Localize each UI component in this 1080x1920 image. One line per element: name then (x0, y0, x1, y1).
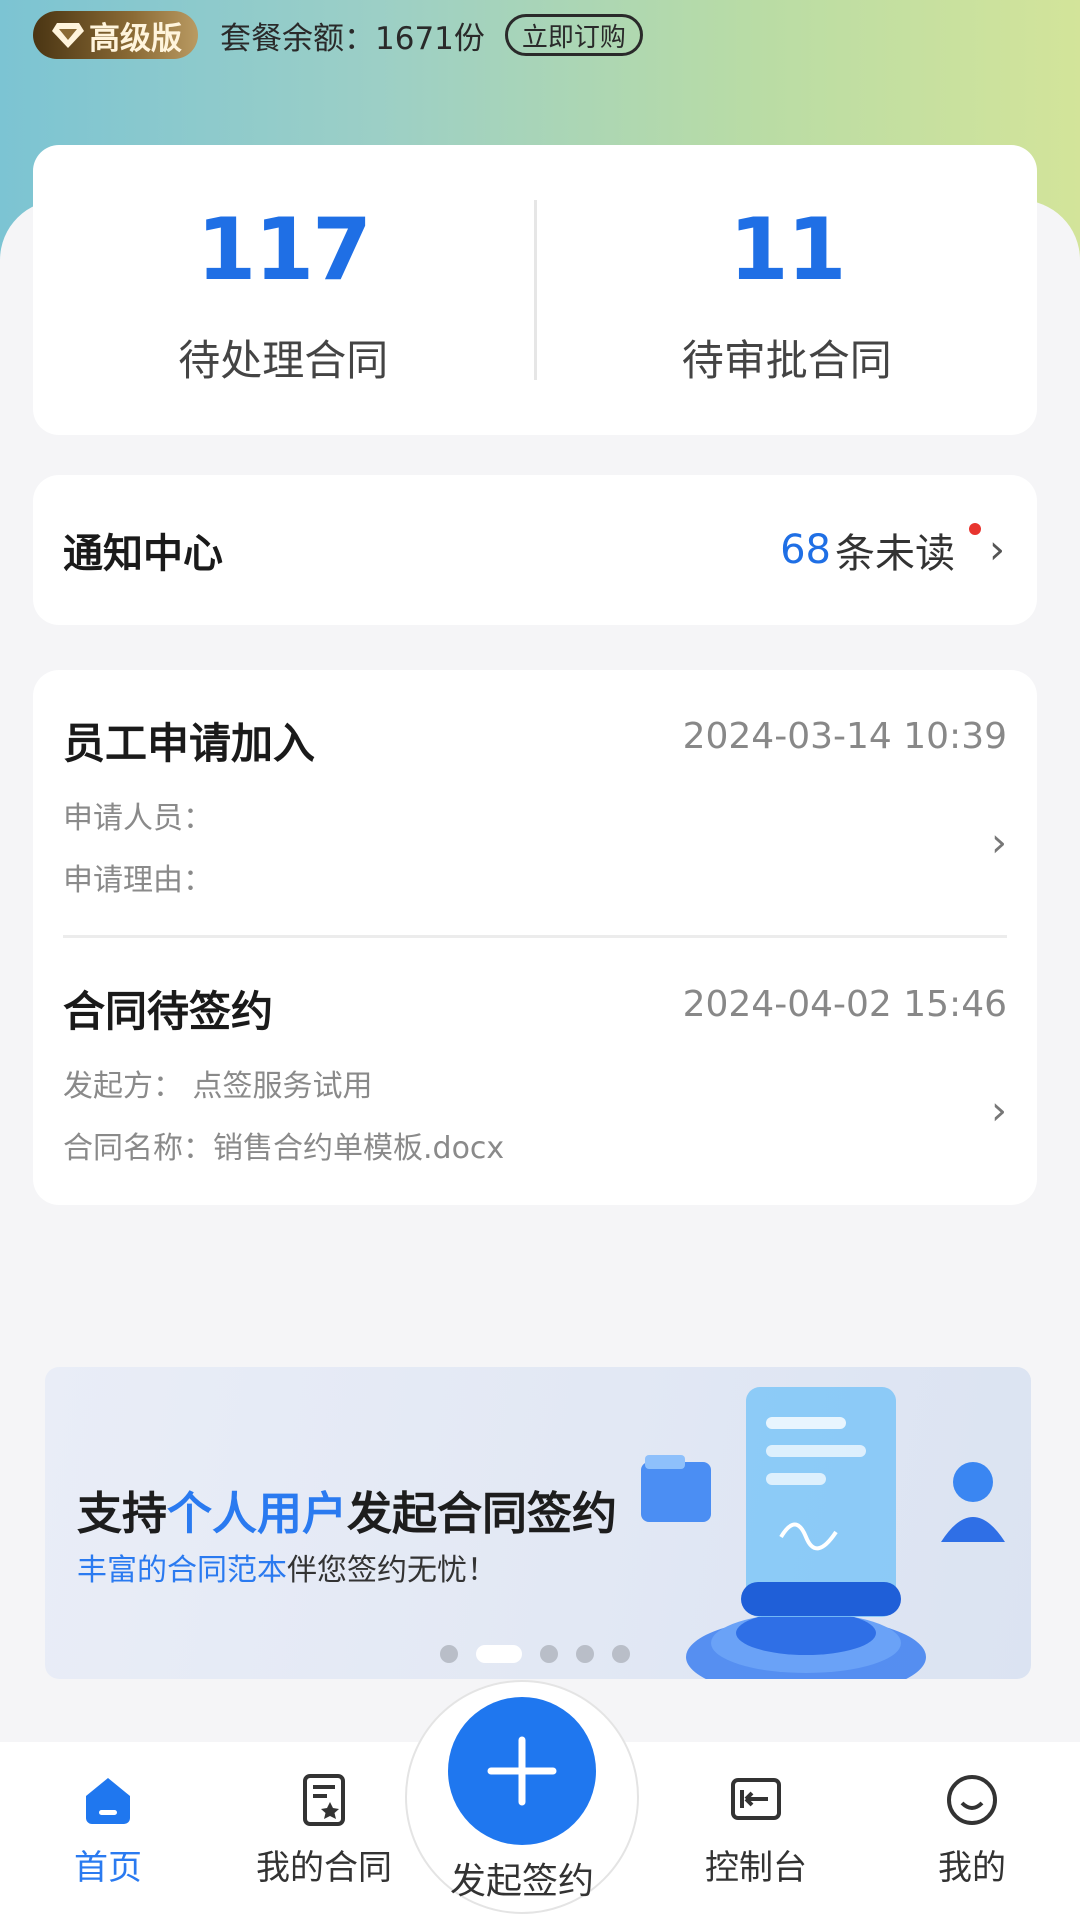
item-detail: 申请人员： (63, 801, 213, 836)
notice-title: 通知中心 (63, 531, 223, 577)
banner-title-text: 发起合同签约 (347, 1487, 618, 1540)
banner-title: 支持个人用户发起合同签约 (77, 1477, 617, 1542)
item-detail: 合同名称：销售合约单模板.docx (63, 1131, 505, 1166)
contract-icon (303, 1774, 345, 1826)
stats-card: 117 待处理合同 11 待审批合同 (33, 145, 1037, 435)
stat-label: 待审批合同 (681, 336, 892, 385)
tab-home[interactable]: 首页 (0, 1742, 216, 1920)
chevron-right-icon: › (989, 527, 1005, 573)
item-time: 2024-03-14 10:39 (682, 716, 1007, 757)
tab-label: 我的 (938, 1848, 1006, 1888)
quota-text: 套餐余额：1671份 (220, 20, 485, 57)
tier-label: 高级版 (89, 20, 182, 57)
promo-banner[interactable]: 支持个人用户发起合同签约 丰富的合同范本伴您签约无忧！ (45, 1367, 1031, 1679)
item-detail: 申请理由： (63, 863, 213, 898)
list-item[interactable]: 合同待签约 2024-04-02 15:46 发起方： 点签服务试用 合同名称：… (63, 935, 1007, 1200)
carousel-dot[interactable] (440, 1645, 458, 1663)
tab-label: 控制台 (705, 1848, 807, 1888)
banner-subtitle-highlight: 丰富的合同范本 (77, 1553, 287, 1588)
banner-title-highlight: 个人用户 (167, 1487, 348, 1540)
chevron-right-icon: › (991, 820, 1007, 866)
carousel-dot[interactable] (612, 1645, 630, 1663)
contract-illustration-icon (641, 1387, 1005, 1679)
tab-profile[interactable]: 我的 (864, 1742, 1080, 1920)
create-signing-button[interactable] (448, 1697, 596, 1845)
pending-contracts-stat[interactable]: 117 待处理合同 (33, 145, 534, 435)
tab-label: 我的合同 (256, 1848, 392, 1888)
home-icon (86, 1778, 130, 1824)
stat-value: 117 (196, 200, 372, 300)
create-signing-label[interactable]: 发起签约 (400, 1852, 644, 1904)
console-icon (731, 1778, 781, 1820)
carousel-dot[interactable] (576, 1645, 594, 1663)
carousel-dot[interactable] (540, 1645, 558, 1663)
tier-badge[interactable]: 高级版 (33, 11, 198, 59)
order-button[interactable]: 立即订购 (504, 14, 643, 56)
item-detail: 发起方： 点签服务试用 (63, 1069, 373, 1104)
diamond-icon (52, 23, 84, 48)
chevron-right-icon: › (991, 1088, 1007, 1134)
banner-subtitle-text: 伴您签约无忧！ (287, 1553, 497, 1588)
carousel-indicator[interactable] (440, 1645, 648, 1663)
banner-subtitle: 丰富的合同范本伴您签约无忧！ (77, 1545, 497, 1589)
item-time: 2024-04-02 15:46 (682, 984, 1007, 1025)
list-item[interactable]: 员工申请加入 2024-03-14 10:39 申请人员： 申请理由： › (33, 670, 1037, 935)
approval-contracts-stat[interactable]: 11 待审批合同 (537, 145, 1038, 435)
tab-console[interactable]: 控制台 (648, 1742, 864, 1920)
unread-dot-icon (969, 523, 981, 535)
plus-icon (487, 1736, 557, 1806)
tab-label: 首页 (74, 1848, 142, 1888)
banner-title-text: 支持 (77, 1487, 168, 1540)
account-bar: 高级版 套餐余额：1671份 立即订购 (33, 10, 643, 60)
notification-center-row[interactable]: 通知中心 68 条未读 › (33, 475, 1037, 625)
stat-label: 待处理合同 (178, 336, 389, 385)
unread-count: 68 (780, 527, 831, 573)
message-list: 员工申请加入 2024-03-14 10:39 申请人员： 申请理由： › 合同… (33, 670, 1037, 1205)
unread-suffix: 条未读 (835, 531, 955, 577)
carousel-dot-active[interactable] (476, 1645, 522, 1663)
profile-icon (947, 1775, 997, 1825)
stat-value: 11 (728, 200, 847, 300)
